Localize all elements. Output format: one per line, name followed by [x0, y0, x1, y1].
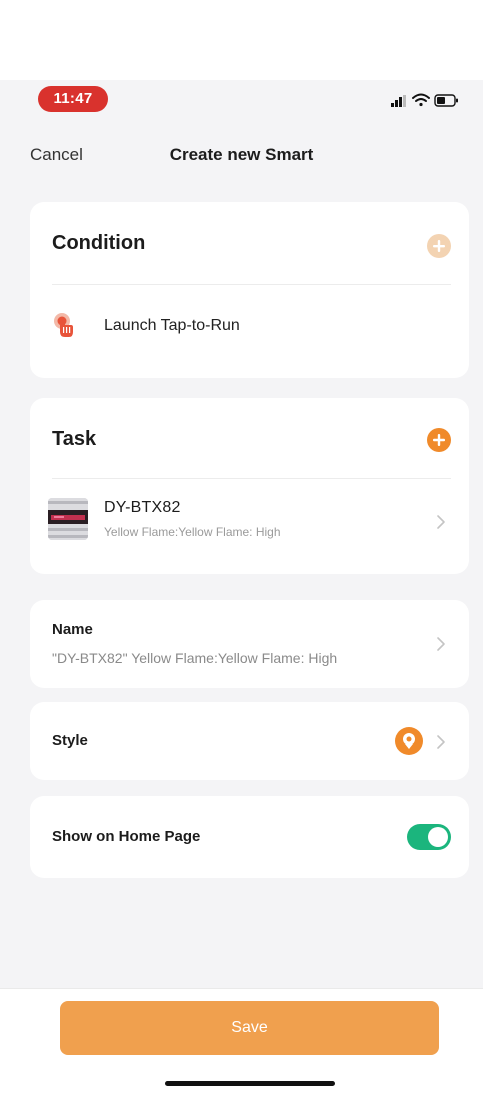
cancel-button[interactable]: Cancel — [30, 145, 83, 165]
style-icon — [395, 727, 423, 755]
status-bar: 11:47 — [0, 84, 483, 114]
name-value: "DY-BTX82" Yellow Flame:Yellow Flame: Hi… — [52, 650, 338, 666]
battery-icon — [434, 94, 458, 107]
device-action: Yellow Flame:Yellow Flame: High — [104, 525, 281, 539]
tap-hand-icon — [52, 312, 76, 340]
cellular-signal-icon — [391, 95, 406, 107]
top-area — [0, 0, 483, 80]
device-thumbnail — [48, 498, 88, 540]
home-page-card: Show on Home Page — [30, 796, 469, 878]
condition-item-label: Launch Tap-to-Run — [104, 317, 240, 334]
save-button[interactable]: Save — [60, 1001, 439, 1055]
wifi-icon — [412, 93, 430, 107]
task-card: Task DY-BTX82 Yellow Flame:Yellow Flame:… — [30, 398, 469, 574]
home-indicator — [165, 1081, 335, 1086]
add-condition-button[interactable] — [427, 234, 451, 258]
name-card[interactable]: Name "DY-BTX82" Yellow Flame:Yellow Flam… — [30, 600, 469, 688]
condition-header: Condition — [52, 232, 146, 254]
nav-bar: Create new Smart Cancel — [0, 136, 483, 176]
screen: 11:47 Create new Smart Cancel Condition … — [0, 0, 483, 1101]
chevron-right-icon — [435, 514, 447, 530]
bottom-bar: Save — [0, 988, 483, 1101]
task-header: Task — [52, 428, 97, 450]
status-time: 11:47 — [38, 86, 108, 112]
task-item[interactable]: DY-BTX82 Yellow Flame:Yellow Flame: High — [30, 478, 469, 574]
home-page-label: Show on Home Page — [52, 828, 201, 845]
show-on-home-toggle[interactable] — [407, 824, 451, 850]
chevron-right-icon — [435, 734, 447, 750]
name-label: Name — [52, 621, 93, 638]
condition-item[interactable]: Launch Tap-to-Run — [30, 284, 469, 374]
toggle-knob — [428, 827, 448, 847]
chevron-right-icon — [435, 636, 447, 652]
add-task-button[interactable] — [427, 428, 451, 452]
device-name: DY-BTX82 — [104, 499, 181, 516]
status-icons — [385, 90, 465, 110]
style-card[interactable]: Style — [30, 702, 469, 780]
style-label: Style — [52, 732, 88, 749]
condition-card: Condition Launch Tap-to-Run — [30, 202, 469, 378]
